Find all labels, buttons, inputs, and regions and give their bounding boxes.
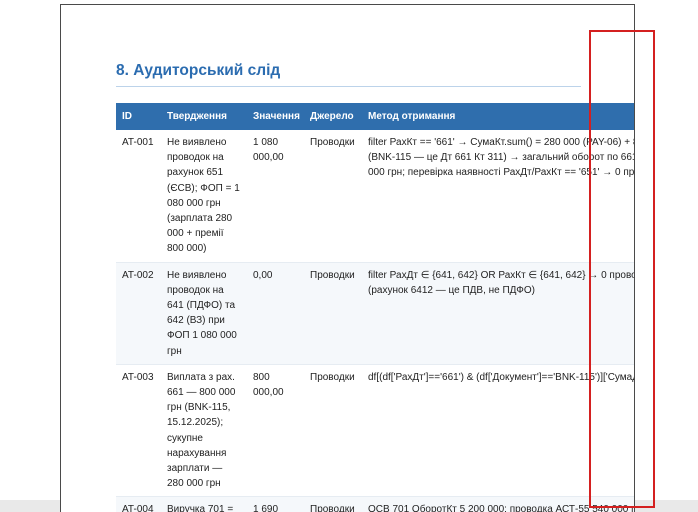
section-title: 8. Аудиторський слід xyxy=(116,62,281,79)
cell-line: рахунок 651 xyxy=(167,167,224,179)
cell-value: 1 690 xyxy=(247,496,304,512)
cell-method: df[(df['РахДт']=='661') & (df['Документ'… xyxy=(362,364,635,498)
cell-method: filter РахКт == '661' → СумаКт.sum() = 2… xyxy=(362,130,635,263)
cell-line: проводок на xyxy=(167,284,224,296)
cell-line: 641 (ПДФО) та xyxy=(167,300,236,312)
cell-source: Проводки xyxy=(304,364,362,498)
table-row: AT-004 Виручка 701 = 1 690 Проводки ОСВ 701 … xyxy=(116,496,635,512)
cell-source: Проводки xyxy=(304,496,362,512)
cell-line: зарплати — xyxy=(167,463,223,475)
cell-line: 000 грн; перевірка наявності РахДт/РахКт… xyxy=(368,167,635,179)
cell-line: 661 — 800 000 xyxy=(167,387,236,399)
cell-line: 000,00 xyxy=(253,387,284,399)
cell-line: 000,00 xyxy=(253,152,284,164)
cell-line: грн (BNK-115, xyxy=(167,402,231,414)
cell-line: 1 690 xyxy=(253,504,279,512)
document-page: 8. Аудиторський слід ID Твердження Значе… xyxy=(60,4,635,512)
table-row: AT-003 Виплата з рах. 661 — 800 000 грн (BN… xyxy=(116,364,635,498)
cell-line: 280 000 грн xyxy=(167,478,221,490)
cell-line: Виручка 701 = xyxy=(167,504,234,512)
header-id: ID xyxy=(116,103,161,130)
cell-claim: Виплата з рах. 661 — 800 000 грн (BNK-115,… xyxy=(161,364,247,498)
cell-value: 1 080 000,00 xyxy=(247,130,304,263)
cell-method: filter РахДт ∈ {641, 642} OR РахКт ∈ {64… xyxy=(362,262,635,365)
cell-line: 000 + премії xyxy=(167,228,224,240)
cell-line: Не виявлено xyxy=(167,137,227,148)
cell-line: ОСВ 701 ОборотКт 5 200 000; проводка АСТ… xyxy=(368,504,635,512)
table-header-row: ID Твердження Значення Джерело Метод отр… xyxy=(116,103,634,130)
cell-value: 800 000,00 xyxy=(247,364,304,498)
cell-line: Виплата з рах. xyxy=(167,371,235,383)
cell-line: нарахування xyxy=(167,447,227,459)
cell-line: 15.12.2025); xyxy=(167,417,224,429)
cell-line: грн xyxy=(167,345,182,357)
header-method: Метод отримання xyxy=(362,103,634,130)
cell-line: (ЄСВ); ФОП = 1 xyxy=(167,182,240,194)
cell-source: Проводки xyxy=(304,130,362,263)
cell-claim: Виручка 701 = xyxy=(161,496,247,512)
cell-line: 080 000 грн xyxy=(167,197,221,209)
cell-claim: Не виявлено проводок на рахунок 651 (ЄСВ); … xyxy=(161,130,247,263)
cell-line: Не виявлено xyxy=(167,269,227,281)
cell-line: 642 (ВЗ) при xyxy=(167,315,225,327)
header-value: Значення xyxy=(247,103,304,130)
cell-id: AT-004 xyxy=(116,496,161,512)
cell-value: 0,00 xyxy=(247,262,304,365)
cell-line: ФОП 1 080 000 xyxy=(167,330,237,342)
header-claim: Твердження xyxy=(161,103,247,130)
cell-line: 0,00 xyxy=(253,269,273,281)
cell-line: filter РахДт ∈ {641, 642} OR РахКт ∈ {64… xyxy=(368,269,635,281)
cell-id: AT-002 xyxy=(116,262,161,365)
cell-id: AT-001 xyxy=(116,130,161,263)
cell-line: проводок на xyxy=(167,152,224,164)
cell-id: AT-003 xyxy=(116,364,161,498)
audit-trail-table: ID Твердження Значення Джерело Метод отр… xyxy=(116,103,635,512)
title-underline xyxy=(116,86,581,87)
cell-line: df[(df['РахДт']=='661') & (df['Документ'… xyxy=(368,371,635,383)
header-source: Джерело xyxy=(304,103,362,130)
table-row: AT-001 Не виявлено проводок на рахунок 651 (… xyxy=(116,130,635,263)
cell-line: 1 080 xyxy=(253,137,279,148)
cell-line: filter РахКт == '661' → СумаКт.sum() = 2… xyxy=(368,137,635,148)
cell-line: (BNK-115 — це Дт 661 Кт 311) → загальний… xyxy=(368,152,635,164)
cell-line: сукупне xyxy=(167,432,203,444)
table-row: AT-002 Не виявлено проводок на 641 (ПДФО) т… xyxy=(116,262,635,365)
cell-method: ОСВ 701 ОборотКт 5 200 000; проводка АСТ… xyxy=(362,496,635,512)
cell-line: 800 xyxy=(253,371,270,383)
cell-source: Проводки xyxy=(304,262,362,365)
cell-line: (рахунок 6412 — це ПДВ, не ПДФО) xyxy=(368,284,535,296)
cell-claim: Не виявлено проводок на 641 (ПДФО) та 642 (… xyxy=(161,262,247,365)
cell-line: 800 000) xyxy=(167,243,207,255)
cell-line: (зарплата 280 xyxy=(167,213,233,225)
